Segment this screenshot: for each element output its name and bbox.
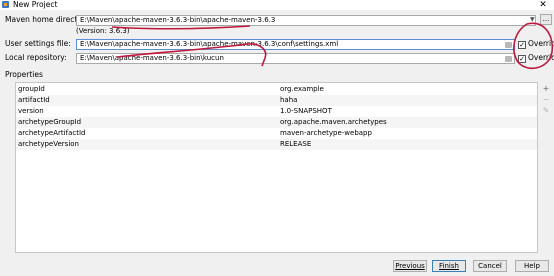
annotation-circle	[513, 22, 554, 70]
red-pen-annotations	[111, 22, 554, 70]
annotation-underline	[111, 25, 251, 30]
annotation-underline	[117, 43, 267, 67]
